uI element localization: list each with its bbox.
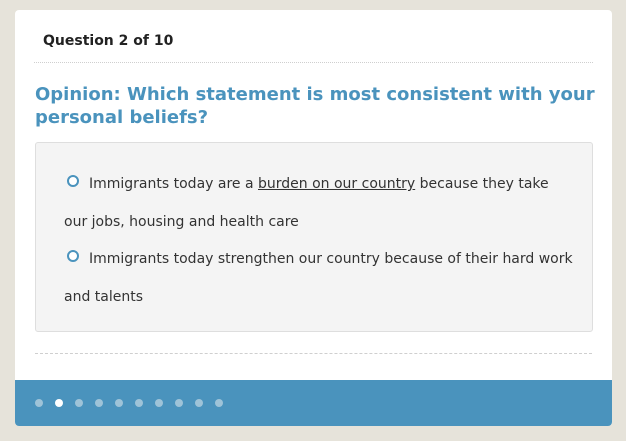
progress-dot-7[interactable] — [155, 399, 163, 407]
progress-dot-9[interactable] — [195, 399, 203, 407]
radio-button-icon[interactable] — [67, 175, 79, 187]
radio-button-icon[interactable] — [67, 250, 79, 262]
option-1-underlined-text: burden on our country — [258, 176, 416, 192]
quiz-card: Question 2 of 10 Opinion: Which statemen… — [15, 10, 612, 426]
progress-dot-2[interactable] — [55, 399, 63, 407]
progress-dot-3[interactable] — [75, 399, 83, 407]
progress-dot-5[interactable] — [115, 399, 123, 407]
options-panel: Immigrants today are a burden on our cou… — [35, 142, 593, 332]
progress-dot-4[interactable] — [95, 399, 103, 407]
answer-option-2[interactable]: Immigrants today strengthen our country … — [64, 240, 574, 316]
question-prompt: Opinion: Which statement is most consist… — [35, 84, 595, 128]
question-counter: Question 2 of 10 — [43, 33, 174, 49]
question-header: Question 2 of 10 — [34, 10, 593, 63]
option-2-text: Immigrants today strengthen our country … — [64, 251, 573, 305]
progress-dot-8[interactable] — [175, 399, 183, 407]
option-1-text-before: Immigrants today are a — [89, 176, 258, 192]
progress-dot-1[interactable] — [35, 399, 43, 407]
progress-dot-6[interactable] — [135, 399, 143, 407]
answer-option-1[interactable]: Immigrants today are a burden on our cou… — [64, 165, 574, 241]
progress-dot-10[interactable] — [215, 399, 223, 407]
dashed-divider — [35, 353, 592, 354]
progress-footer — [15, 380, 612, 426]
progress-dots — [35, 399, 223, 407]
